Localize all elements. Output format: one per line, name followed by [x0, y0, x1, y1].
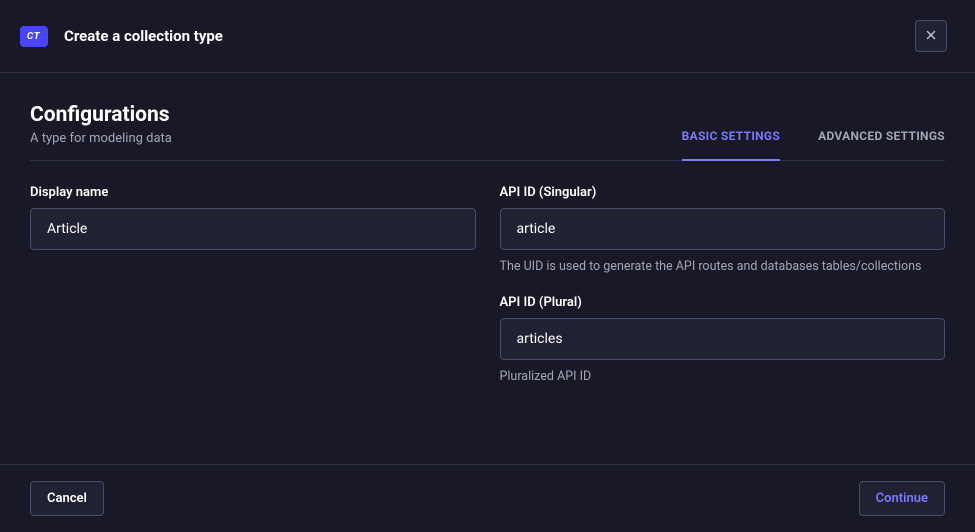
tab-basic-settings[interactable]: BASIC SETTINGS	[682, 129, 780, 161]
api-singular-input[interactable]	[500, 208, 946, 250]
close-button[interactable]	[915, 20, 947, 52]
modal-footer: Cancel Continue	[0, 464, 975, 532]
cancel-button[interactable]: Cancel	[30, 481, 104, 516]
header-left: CT Create a collection type	[20, 26, 223, 47]
api-plural-label: API ID (Plural)	[500, 295, 946, 310]
collection-type-badge: CT	[20, 26, 48, 47]
form-column-right: API ID (Singular) The UID is used to gen…	[500, 185, 946, 405]
form-grid: Display name API ID (Singular) The UID i…	[30, 185, 945, 405]
close-icon	[924, 28, 938, 45]
field-display-name: Display name	[30, 185, 476, 250]
continue-button[interactable]: Continue	[859, 481, 945, 516]
field-api-singular: API ID (Singular) The UID is used to gen…	[500, 185, 946, 277]
tab-advanced-settings[interactable]: ADVANCED SETTINGS	[818, 129, 945, 161]
tabs: BASIC SETTINGS ADVANCED SETTINGS	[682, 128, 945, 160]
api-singular-helper: The UID is used to generate the API rout…	[500, 258, 946, 277]
modal-header: CT Create a collection type	[0, 0, 975, 73]
modal-title: Create a collection type	[64, 27, 223, 45]
display-name-label: Display name	[30, 185, 476, 200]
form-column-left: Display name	[30, 185, 476, 268]
config-header: Configurations A type for modeling data …	[30, 103, 945, 161]
config-heading-group: Configurations A type for modeling data	[30, 103, 172, 160]
api-plural-helper: Pluralized API ID	[500, 368, 946, 387]
api-plural-input[interactable]	[500, 318, 946, 360]
config-title: Configurations	[30, 103, 172, 127]
field-api-plural: API ID (Plural) Pluralized API ID	[500, 295, 946, 387]
display-name-input[interactable]	[30, 208, 476, 250]
api-singular-label: API ID (Singular)	[500, 185, 946, 200]
config-subtitle: A type for modeling data	[30, 131, 172, 146]
modal-body: Configurations A type for modeling data …	[0, 73, 975, 425]
